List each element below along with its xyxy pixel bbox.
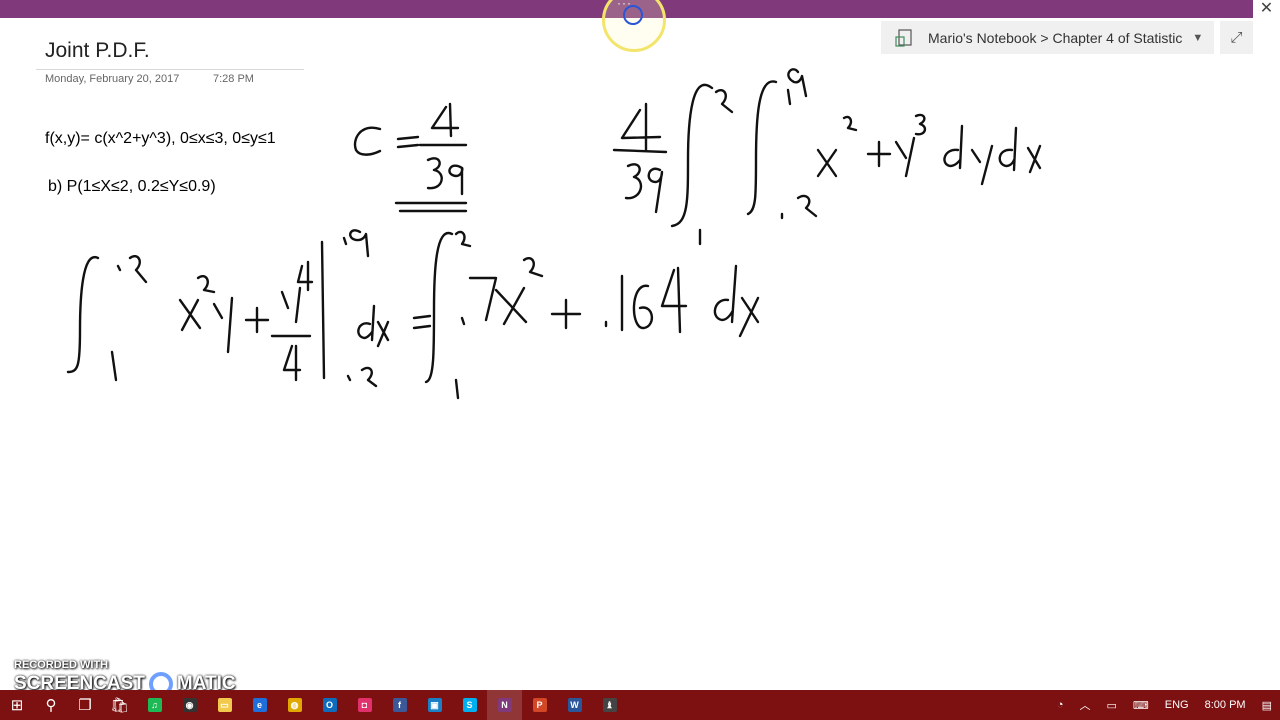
ink-c (353, 126, 382, 156)
taskbar-outlook-icon[interactable]: O (312, 690, 347, 720)
ink-equals (396, 135, 420, 149)
spotify-glyph: ♫ (147, 698, 162, 712)
word-glyph: W (567, 698, 582, 712)
watermark-recorded: RECORDED WITH (14, 659, 109, 671)
taskbar-chrome-icon[interactable]: ◍ (277, 690, 312, 720)
ink-inner-lower (780, 194, 818, 220)
taskbar-app-blue-icon[interactable]: ▣ (417, 690, 452, 720)
ink-equals-2 (412, 314, 432, 330)
ink-164 (604, 266, 688, 334)
ink-int-limit-2 (714, 89, 734, 114)
ink-integral-left (66, 256, 100, 374)
ink-sup2 (842, 115, 858, 132)
handwritten-ink (66, 68, 1042, 400)
ink-3-right (624, 163, 643, 200)
taskbar-word-icon[interactable]: W (557, 690, 592, 720)
ink-left-upper (116, 255, 148, 284)
taskbar-task-view-icon[interactable]: ❐ (68, 690, 102, 720)
battery-icon[interactable]: ▭ (1106, 699, 1116, 712)
ink-4-top (430, 102, 460, 138)
ink-plus-2 (244, 306, 270, 334)
language-indicator[interactable]: ENG (1165, 699, 1189, 711)
taskbar-instagram-icon[interactable]: ◘ (347, 690, 382, 720)
ink-eval-lower (346, 366, 378, 388)
ink-d2 (998, 126, 1018, 172)
ink-7 (468, 276, 498, 322)
facebook-glyph: f (392, 698, 407, 712)
ink-mid-upper (454, 230, 472, 248)
ink-mid-lower (454, 316, 466, 400)
ink-9 (448, 164, 464, 196)
ink-y4 (280, 286, 302, 324)
system-tray: ◔ ︿ ▭ ⌨ ENG 8:00 PM ▤ (1049, 690, 1280, 720)
ink-dx-left (357, 304, 390, 348)
ink-sup4 (296, 260, 314, 292)
chevron-up-icon[interactable]: ︿ (1079, 697, 1090, 713)
ink-left-lower (110, 350, 118, 382)
ink-y (894, 136, 916, 178)
clock[interactable]: 8:00 PM (1205, 699, 1246, 711)
ink-sup3 (914, 113, 927, 136)
taskbar-search-icon[interactable]: ⚲ (34, 690, 68, 720)
chrome-glyph: ◍ (287, 698, 302, 712)
app-blue-glyph: ▣ (427, 698, 442, 712)
outlook-glyph: O (322, 698, 337, 712)
powerpoint-glyph: P (532, 698, 547, 712)
file-explorer-glyph: ▭ (217, 698, 232, 712)
ink-underline (394, 201, 468, 213)
taskbar-spotify-icon[interactable]: ♫ (137, 690, 172, 720)
instagram-glyph: ◘ (357, 698, 372, 712)
taskbar-onenote-icon[interactable]: N (487, 690, 522, 720)
ink-eval-bar (320, 240, 326, 380)
ink-d1 (943, 124, 964, 170)
taskbar-facebook-icon[interactable]: f (382, 690, 417, 720)
app-last-glyph: ♝ (602, 698, 617, 712)
ink-4-upper-right (620, 102, 662, 152)
ink-plus-3 (550, 298, 582, 330)
ink-x (816, 148, 838, 178)
taskbar-app-last-icon[interactable]: ♝ (592, 690, 627, 720)
network-icon[interactable]: ◔ (1057, 699, 1064, 711)
media-glyph: ◉ (182, 698, 197, 712)
taskbar-edge-icon[interactable]: e (242, 690, 277, 720)
notification-icon[interactable]: ▤ (1262, 699, 1272, 712)
keyboard-icon[interactable]: ⌨ (1133, 699, 1149, 712)
taskbar-media-icon[interactable]: ◉ (172, 690, 207, 720)
taskbar-powerpoint-icon[interactable]: P (522, 690, 557, 720)
ink-x4 (494, 286, 528, 326)
ink-plus (866, 140, 892, 168)
ink-integral-outer (670, 83, 714, 228)
ink-denom-4 (282, 344, 302, 382)
ink-inner-upper (786, 68, 808, 106)
taskbar-start-icon[interactable]: ⊞ (0, 690, 34, 720)
ink-integral-inner (746, 80, 778, 216)
ink-x2 (1026, 144, 1042, 174)
ink-y2 (970, 144, 994, 186)
ink-sup2-c (522, 257, 544, 278)
ink-integral-mid (424, 231, 454, 384)
ink-sup2-b (196, 275, 216, 294)
ink-fraction-bar-2 (612, 148, 668, 154)
ink-x3 (178, 298, 202, 332)
ink-dx-right (713, 264, 760, 338)
skype-glyph: S (462, 698, 477, 712)
taskbar-skype-icon[interactable]: S (452, 690, 487, 720)
ink-9-right (647, 167, 664, 214)
onenote-glyph: N (497, 698, 512, 712)
taskbar-file-explorer-icon[interactable]: ▭ (207, 690, 242, 720)
edge-glyph: e (252, 698, 267, 712)
ink-3 (426, 157, 443, 190)
ink-eval-upper (342, 229, 370, 258)
ink-y3 (212, 296, 234, 354)
taskbar-store-icon[interactable]: 🛍 (102, 690, 137, 720)
